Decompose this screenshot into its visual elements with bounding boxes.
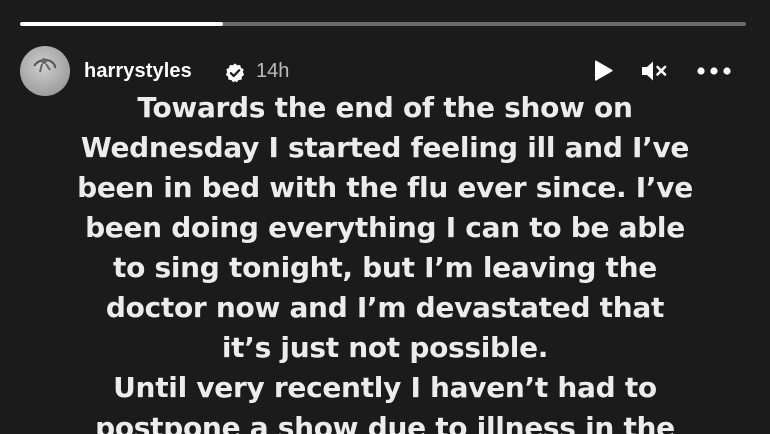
play-icon[interactable] [590, 58, 616, 84]
story-text-line: Wednesday I started feeling ill and I’ve [80, 131, 690, 164]
story-text-line: it’s just not possible. [221, 331, 549, 364]
story-text-line: Towards the end of the show on [137, 91, 633, 124]
more-horizontal-icon[interactable] [696, 64, 732, 78]
post-time: 14h [256, 60, 290, 82]
story-progress-bar [20, 22, 746, 26]
story-text-line: been doing everything I can to be able [85, 211, 685, 244]
story-text-line: doctor now and I’m devastated that [105, 291, 665, 324]
account-username[interactable]: harrystyles [84, 60, 192, 83]
story-progress-fill [20, 22, 224, 26]
verified-badge-icon [225, 63, 245, 83]
story-text-line: been in bed with the flu ever since. I’v… [77, 171, 693, 204]
story-text-line: postpone a show due to illness in the [95, 411, 675, 434]
story-text-line: Until very recently I haven’t had to [113, 371, 657, 404]
story-text: Towards the end of the show on Wednesday… [20, 88, 750, 434]
story-text-line: to sing tonight, but I’m leaving the [113, 251, 657, 284]
speaker-muted-icon[interactable] [640, 58, 668, 84]
story-viewer[interactable]: harrystyles 14h Towards the end of the s… [0, 0, 770, 434]
